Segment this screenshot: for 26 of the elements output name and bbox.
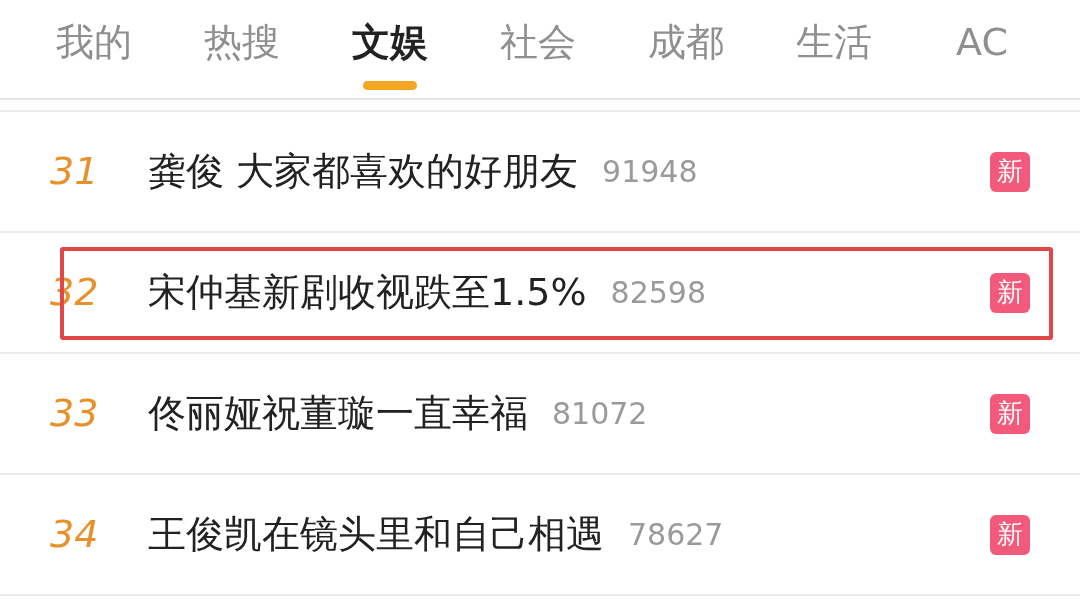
topic-title: 宋仲基新剧收视跌至1.5%: [148, 269, 587, 316]
rank-number: 31: [50, 148, 100, 195]
hot-search-row[interactable]: 34 王俊凯在镜头里和自己相遇 78627 新: [0, 475, 1080, 596]
rank-number: 34: [50, 511, 100, 558]
tab[interactable]: 热搜: [168, 0, 316, 98]
new-badge: 新: [990, 514, 1030, 555]
tab-underline: [363, 81, 417, 90]
topic-title: 王俊凯在镜头里和自己相遇: [148, 511, 604, 558]
tab[interactable]: 成都: [612, 0, 760, 98]
search-count: 91948: [602, 153, 698, 191]
new-badge: 新: [990, 151, 1030, 192]
search-count: 81072: [552, 395, 648, 433]
topic-title: 龚俊 大家都喜欢的好朋友: [148, 148, 579, 195]
hot-search-row[interactable]: 31 龚俊 大家都喜欢的好朋友 91948 新: [0, 112, 1080, 233]
search-count: 78627: [628, 516, 724, 554]
tab[interactable]: AC: [908, 0, 1056, 98]
tab[interactable]: 文娱: [316, 0, 464, 98]
tab[interactable]: 生活: [760, 0, 908, 98]
rank-number: 33: [50, 390, 100, 437]
new-badge: 新: [990, 272, 1030, 313]
tab[interactable]: 社会: [464, 0, 612, 98]
topic-title: 佟丽娅祝董璇一直幸福: [148, 390, 528, 437]
tab[interactable]: 我的: [20, 0, 168, 98]
search-count: 82598: [610, 274, 706, 312]
new-badge: 新: [990, 393, 1030, 434]
hot-search-row[interactable]: 33 佟丽娅祝董璇一直幸福 81072 新: [0, 354, 1080, 475]
